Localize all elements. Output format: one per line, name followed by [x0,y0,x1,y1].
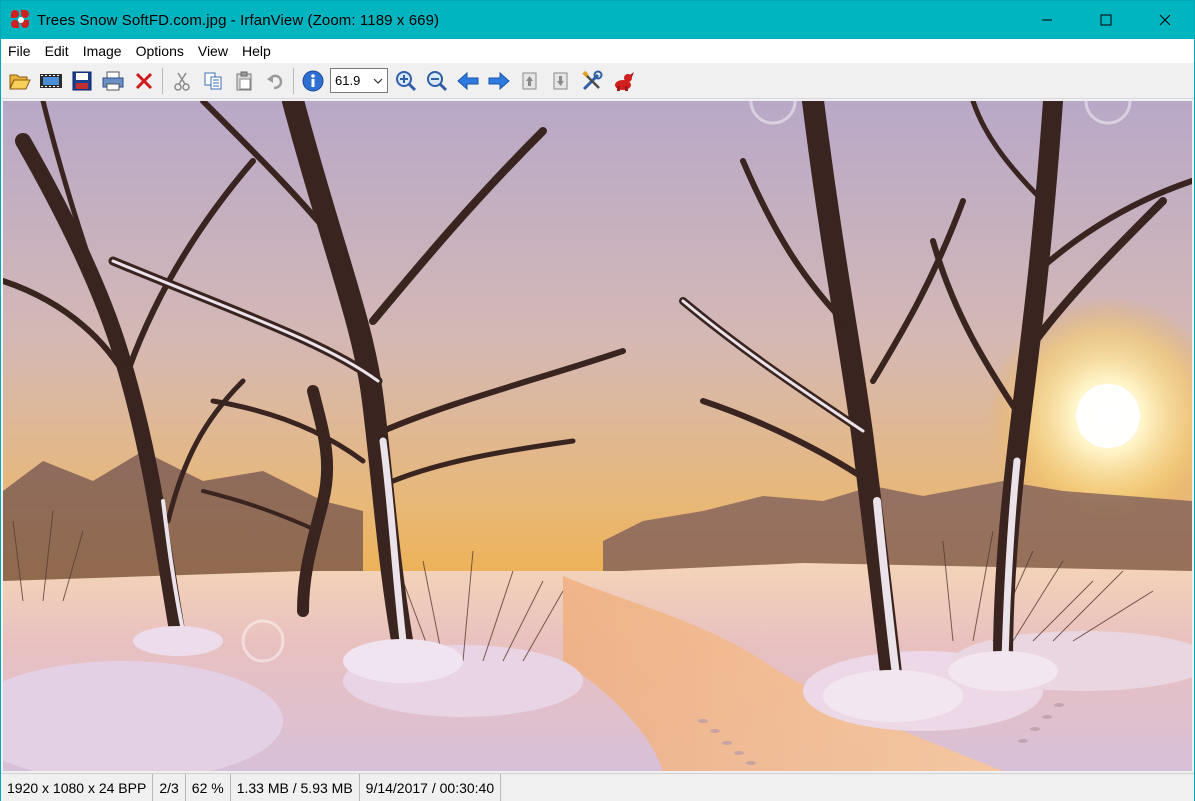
zoom-out-icon [426,70,447,91]
undo-icon [266,74,282,89]
title-bar[interactable]: Trees Snow SoftFD.com.jpg - IrfanView (Z… [1,1,1194,39]
zoom-in-button[interactable] [390,66,421,96]
maximize-button[interactable] [1076,1,1135,39]
irfanview-logo-icon [614,71,634,91]
info-icon [302,70,323,91]
menu-image[interactable]: Image [76,39,129,63]
copy-icon [204,72,221,89]
open-button[interactable] [4,66,35,96]
zoom-out-button[interactable] [421,66,452,96]
info-button[interactable] [297,66,328,96]
menu-bar: File Edit Image Options View Help [1,39,1194,63]
print-button[interactable] [97,66,128,96]
delete-button[interactable] [128,66,159,96]
minimize-icon [1041,19,1052,21]
chevron-down-icon [373,78,383,84]
copy-button[interactable] [197,66,228,96]
settings-icon [581,70,602,90]
menu-view[interactable]: View [191,39,235,63]
delete-icon [135,72,152,89]
toolbar: 61.9 [1,63,1194,99]
settings-button[interactable] [576,66,607,96]
status-dimensions: 1920 x 1080 x 24 BPP [1,773,154,801]
minimize-button[interactable] [1017,1,1076,39]
irfanview-logo-button[interactable] [607,66,638,96]
photo-winter-sunset [3,101,1192,771]
last-page-button[interactable] [545,66,576,96]
irfanview-window: Trees Snow SoftFD.com.jpg - IrfanView (Z… [0,0,1195,801]
window-controls [1017,1,1194,39]
slideshow-button[interactable] [35,66,66,96]
status-zoom: 62 % [186,773,231,801]
irfanview-app-icon[interactable] [11,10,31,30]
close-icon [1159,14,1170,26]
menu-file[interactable]: File [1,39,38,63]
first-page-icon [522,72,536,89]
cut-button[interactable] [166,66,197,96]
status-filesize: 1.33 MB / 5.93 MB [231,773,360,801]
last-page-icon [553,72,567,89]
maximize-icon [1100,14,1111,26]
toolbar-separator [162,67,163,94]
toolbar-separator [293,67,294,94]
window-title: Trees Snow SoftFD.com.jpg - IrfanView (Z… [37,11,440,29]
undo-button[interactable] [259,66,290,96]
cut-icon [173,72,190,91]
paste-icon [236,71,251,90]
status-datetime: 9/14/2017 / 00:30:40 [360,773,502,801]
zoom-dropdown[interactable]: 61.9 [330,68,388,93]
status-index: 2/3 [153,773,186,801]
image-viewport[interactable] [3,101,1192,771]
save-button[interactable] [66,66,97,96]
status-bar: 1920 x 1080 x 24 BPP 2/3 62 % 1.33 MB / … [1,773,1194,801]
next-button[interactable] [483,66,514,96]
save-icon [72,71,91,90]
slideshow-icon [39,73,62,88]
next-icon [488,71,510,90]
menu-edit[interactable]: Edit [38,39,76,63]
print-icon [102,71,123,90]
menu-help[interactable]: Help [235,39,278,63]
zoom-value: 61.9 [335,73,361,88]
menu-options[interactable]: Options [129,39,191,63]
previous-icon [456,71,478,90]
paste-button[interactable] [228,66,259,96]
close-button[interactable] [1135,1,1194,39]
first-page-button[interactable] [514,66,545,96]
previous-button[interactable] [452,66,483,96]
open-icon [8,74,31,89]
zoom-in-icon [395,70,416,91]
